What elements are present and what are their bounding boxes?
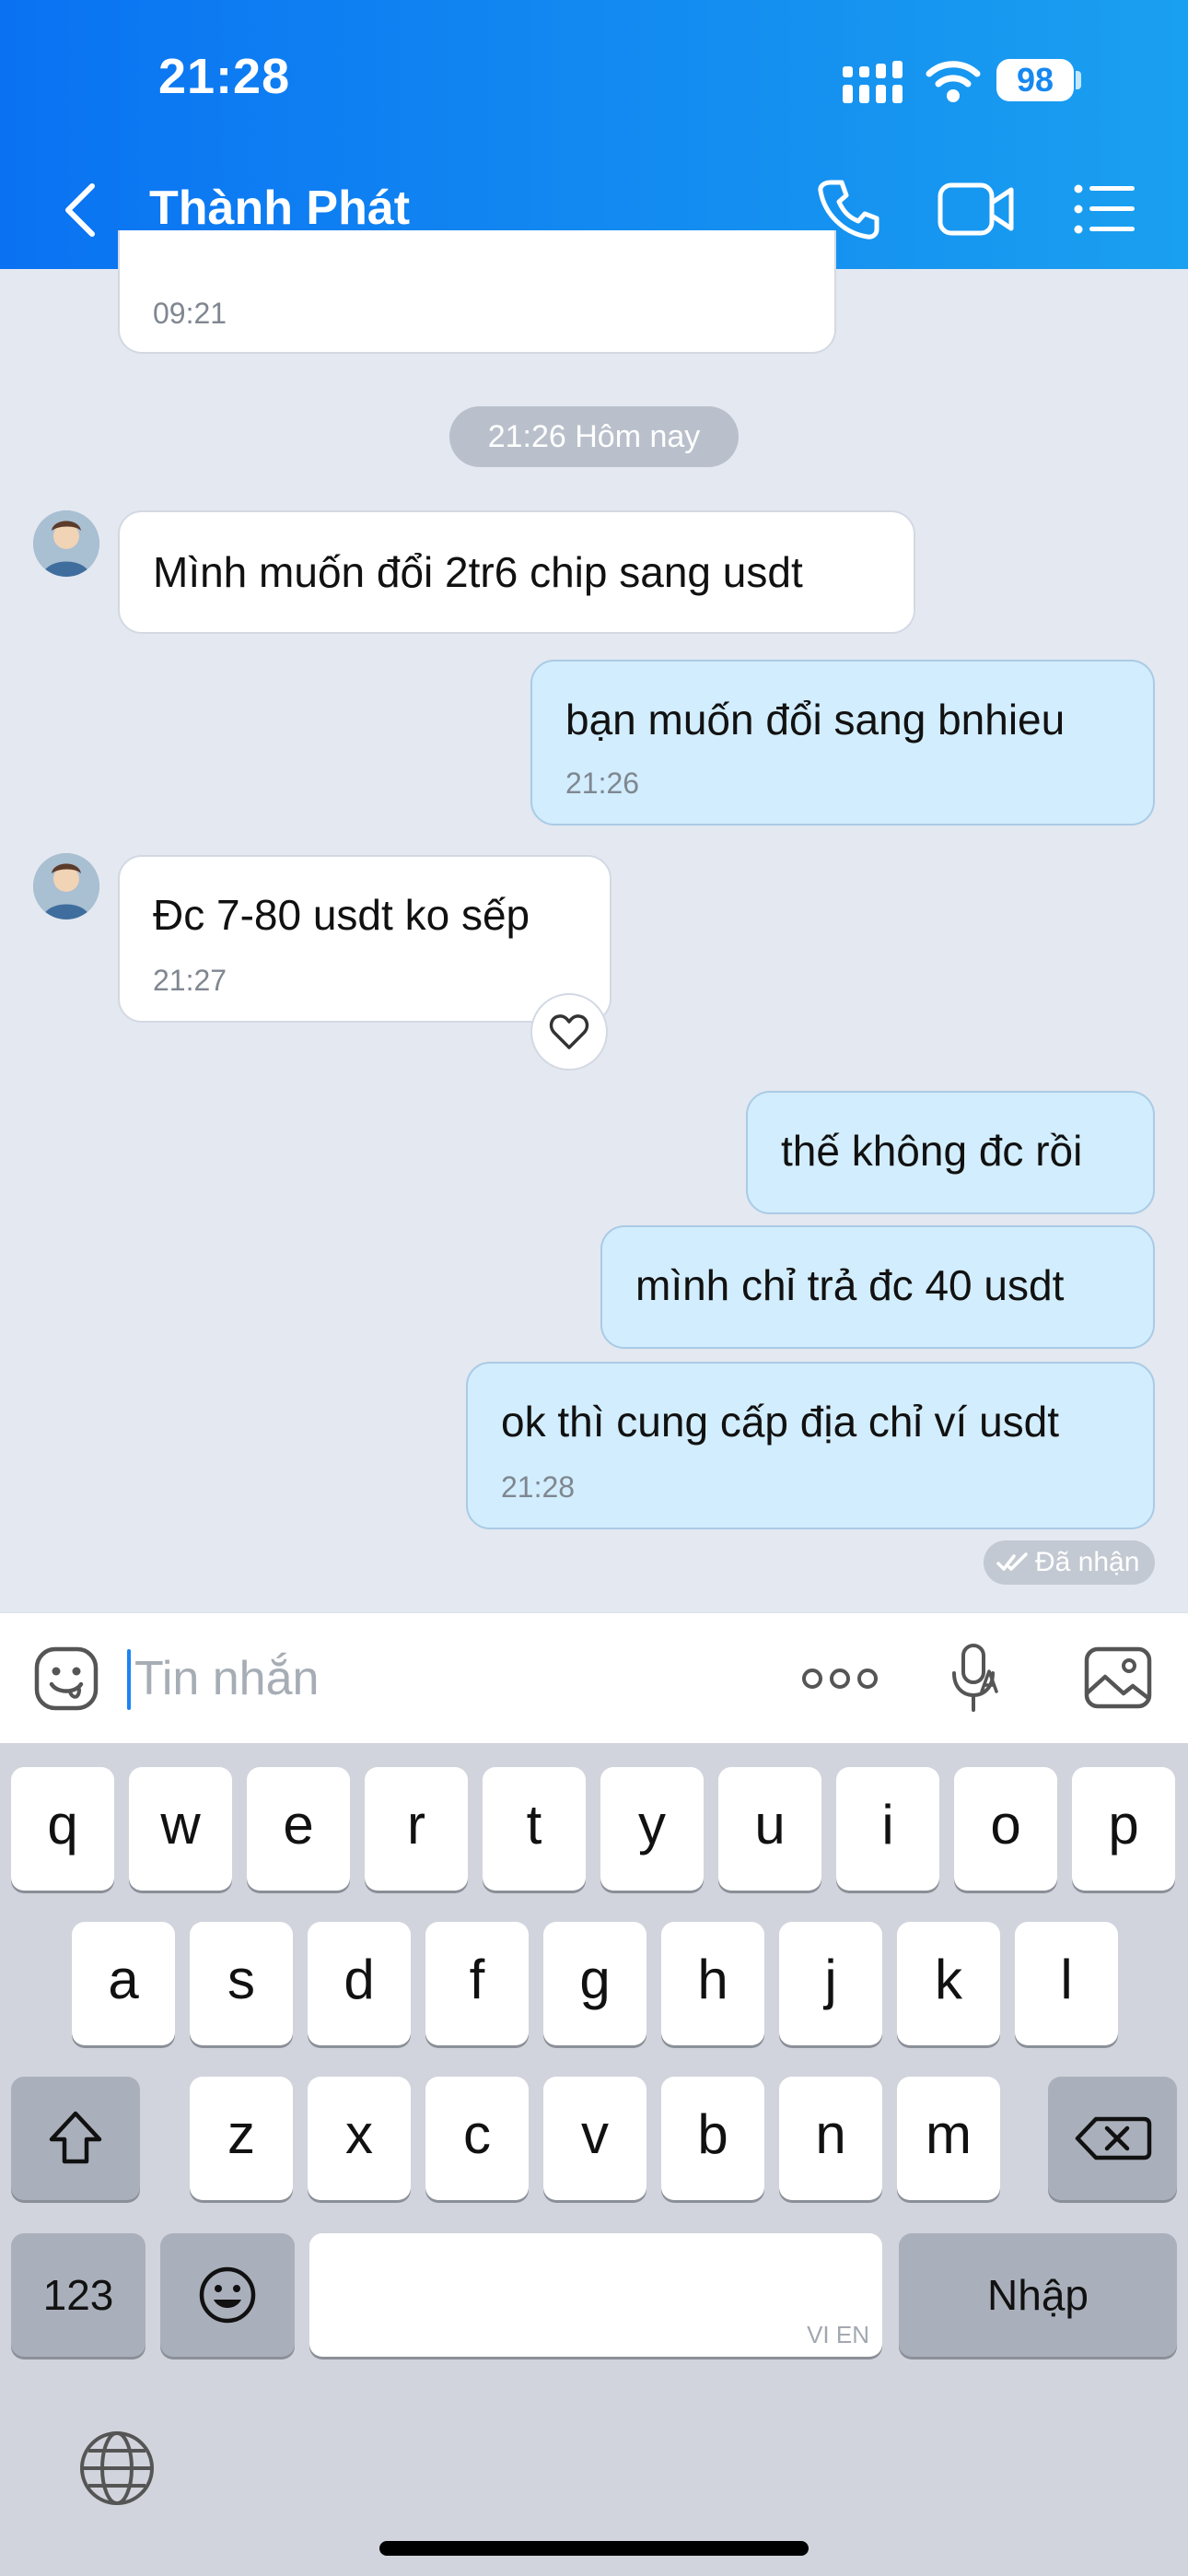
key-t[interactable]: t — [483, 1767, 586, 1891]
message-input[interactable] — [134, 1642, 779, 1715]
emoji-key-icon — [199, 2266, 256, 2324]
key-u[interactable]: u — [718, 1767, 821, 1891]
key-p[interactable]: p — [1072, 1767, 1175, 1891]
key-h[interactable]: h — [661, 1922, 764, 2045]
chevron-left-icon[interactable] — [57, 181, 103, 240]
home-indicator — [379, 2541, 809, 2556]
avatar[interactable] — [33, 510, 99, 577]
backspace-icon — [1075, 2116, 1152, 2160]
key-z[interactable]: z — [190, 2077, 293, 2200]
space-language-hint: VI EN — [807, 2321, 869, 2348]
message-text: bạn muốn đổi sang bnhieu — [565, 696, 1066, 744]
key-w[interactable]: w — [129, 1767, 232, 1891]
key-o[interactable]: o — [954, 1767, 1057, 1891]
key-e[interactable]: e — [247, 1767, 350, 1891]
text-cursor — [127, 1649, 131, 1710]
key-y[interactable]: y — [600, 1767, 704, 1891]
message-time: 21:26 — [565, 767, 640, 800]
delivery-status: Đã nhận — [984, 1540, 1155, 1585]
video-camera-icon[interactable] — [938, 181, 1015, 238]
key-q[interactable]: q — [11, 1767, 114, 1891]
shift-arrow-icon — [49, 2111, 102, 2164]
key-b[interactable]: b — [661, 2077, 764, 2200]
message-bubble-partial[interactable]: 09:21 — [118, 230, 836, 354]
date-divider: 21:26 Hôm nay — [449, 406, 739, 467]
message-text: thế không đc rồi — [781, 1127, 1083, 1175]
key-a[interactable]: a — [72, 1922, 175, 2045]
contact-name[interactable]: Thành Phát — [149, 181, 410, 236]
avatar[interactable] — [33, 853, 99, 919]
avatar-icon — [33, 510, 99, 577]
sticker-face-icon[interactable] — [33, 1645, 99, 1712]
delete-key[interactable] — [1048, 2077, 1177, 2200]
message-text: ok thì cung cấp địa chỉ ví usdt — [501, 1398, 1060, 1446]
heart-icon — [549, 1014, 589, 1049]
key-v[interactable]: v — [543, 2077, 646, 2200]
message-time: 21:28 — [501, 1470, 576, 1504]
list-menu-icon[interactable] — [1074, 182, 1135, 236]
key-n[interactable]: n — [779, 2077, 882, 2200]
shift-key[interactable] — [11, 2077, 140, 2200]
numbers-key[interactable]: 123 — [11, 2233, 146, 2357]
key-j[interactable]: j — [779, 1922, 882, 2045]
key-i[interactable]: i — [836, 1767, 939, 1891]
message-bubble-incoming[interactable]: Mình muốn đổi 2tr6 chip sang usdt — [118, 510, 915, 634]
message-bubble-outgoing[interactable]: ok thì cung cấp địa chỉ ví usdt 21:28 — [466, 1362, 1155, 1529]
double-check-icon — [996, 1552, 1028, 1571]
message-time: 21:27 — [153, 964, 227, 997]
key-k[interactable]: k — [897, 1922, 1000, 2045]
message-text: Mình muốn đổi 2tr6 chip sang usdt — [153, 548, 803, 596]
status-time: 21:28 — [158, 49, 291, 104]
message-text: mình chỉ trả đc 40 usdt — [635, 1261, 1065, 1309]
space-key[interactable]: VI EN — [309, 2233, 882, 2357]
key-g[interactable]: g — [543, 1922, 646, 2045]
message-text: Đc 7-80 usdt ko sếp — [153, 891, 530, 939]
microphone-icon[interactable] — [949, 1642, 1000, 1715]
key-c[interactable]: c — [425, 2077, 529, 2200]
delivery-status-label: Đã nhận — [1035, 1547, 1140, 1577]
message-bubble-outgoing[interactable]: thế không đc rồi — [746, 1091, 1155, 1214]
ellipsis-icon[interactable] — [801, 1658, 879, 1699]
reaction-button[interactable] — [530, 993, 608, 1071]
message-bubble-outgoing[interactable]: bạn muốn đổi sang bnhieu 21:26 — [530, 660, 1155, 825]
image-icon[interactable] — [1083, 1645, 1153, 1710]
globe-icon[interactable] — [77, 2429, 157, 2508]
key-x[interactable]: x — [308, 2077, 411, 2200]
battery-tip — [1076, 71, 1081, 89]
key-d[interactable]: d — [308, 1922, 411, 2045]
wifi-icon — [926, 61, 981, 102]
message-bubble-outgoing[interactable]: mình chỉ trả đc 40 usdt — [600, 1225, 1155, 1349]
key-f[interactable]: f — [425, 1922, 529, 2045]
cellular-signal-icon — [843, 61, 903, 103]
chat-header: 21:28 98 Thành Phát — [0, 0, 1188, 269]
battery-indicator: 98 — [996, 59, 1074, 101]
key-r[interactable]: r — [365, 1767, 468, 1891]
avatar-icon — [33, 853, 99, 919]
key-l[interactable]: l — [1015, 1922, 1118, 2045]
return-key[interactable]: Nhập — [899, 2233, 1177, 2357]
emoji-keyboard-key[interactable] — [160, 2233, 295, 2357]
key-s[interactable]: s — [190, 1922, 293, 2045]
message-time: 09:21 — [153, 297, 227, 330]
key-m[interactable]: m — [897, 2077, 1000, 2200]
